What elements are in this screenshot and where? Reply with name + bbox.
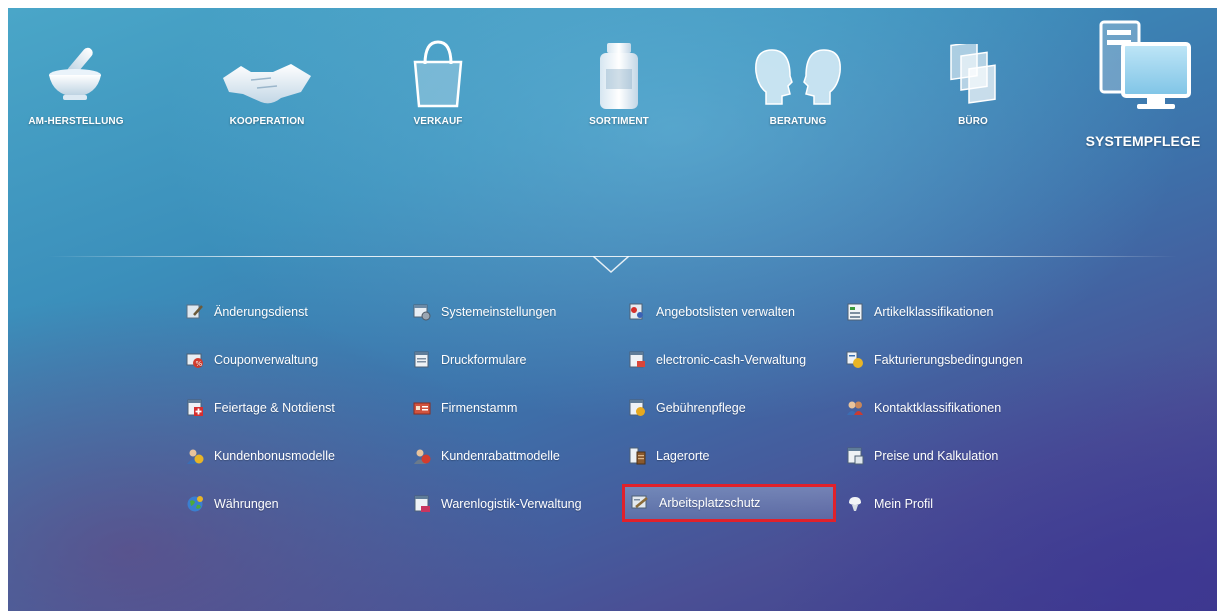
menu-item-label: Systemeinstellungen (441, 305, 557, 319)
holiday-emergency-icon (187, 399, 203, 416)
currencies-globe-icon (187, 496, 203, 512)
nav-label: SORTIMENT (589, 116, 649, 127)
fees-icon (629, 399, 645, 416)
print-forms-icon (414, 351, 429, 368)
menu-item-label: Feiertage & Notdienst (214, 401, 335, 415)
menu-item-angebotslisten[interactable]: Angebotslisten verwalten (622, 298, 795, 326)
menu-item-label: Kundenrabattmodelle (441, 449, 560, 463)
change-service-icon (186, 304, 203, 319)
main-navigation: AM-HERSTELLUNG KOOPERATION VERKAUF SORTI… (8, 8, 1217, 198)
menu-item-label: Couponverwaltung (214, 353, 319, 367)
nav-label: AM-HERSTELLUNG (28, 116, 124, 127)
menu-item-label: Arbeitsplatzschutz (659, 496, 761, 510)
shopping-bag-icon (413, 40, 463, 108)
systempflege-screen: AM-HERSTELLUNG KOOPERATION VERKAUF SORTI… (8, 8, 1217, 611)
menu-item-warenlogistik[interactable]: Warenlogistik-Verwaltung (407, 490, 582, 518)
menu-item-label: Gebührenpflege (656, 401, 746, 415)
computer-monitor-icon (1099, 20, 1191, 109)
menu-item-systemeinstellungen[interactable]: Systemeinstellungen (407, 298, 556, 326)
menu-item-artikelklassifikationen[interactable]: Artikelklassifikationen (840, 298, 994, 326)
menu-item-label: Warenlogistik-Verwaltung (441, 497, 582, 511)
nav-label: BÜRO (958, 116, 988, 127)
menu-item-label: Kontaktklassifikationen (874, 401, 1002, 415)
electronic-cash-icon (629, 351, 645, 368)
contact-classification-icon (847, 401, 863, 415)
menu-item-mein-profil[interactable]: Mein Profil (840, 490, 933, 518)
nav-label: BERATUNG (769, 116, 827, 127)
two-heads-icon (755, 49, 841, 105)
coupon-icon: % (186, 353, 203, 368)
menu-item-gebuehrenpflege[interactable]: Gebührenpflege (622, 394, 746, 422)
menu-item-aenderungsdienst[interactable]: Änderungsdienst (180, 298, 308, 326)
menu-item-kontaktklassifikationen[interactable]: Kontaktklassifikationen (840, 394, 1001, 422)
billing-terms-icon (846, 351, 863, 368)
customer-discount-icon (414, 449, 431, 464)
my-profile-icon (849, 497, 861, 511)
menu-item-kundenrabattmodelle[interactable]: Kundenrabattmodelle (407, 442, 560, 470)
prices-calculation-icon (847, 447, 864, 465)
chevron-down-icon (593, 256, 629, 274)
menu-item-lagerorte[interactable]: Lagerorte (622, 442, 710, 470)
menu-item-label: Mein Profil (874, 497, 934, 511)
menu-item-label: electronic-cash-Verwaltung (656, 353, 807, 367)
nav-label: SYSTEMPFLEGE (1085, 133, 1201, 149)
menu-item-label: Firmenstamm (441, 401, 518, 415)
system-settings-icon (413, 304, 431, 321)
menu-item-label: Änderungsdienst (214, 305, 308, 319)
menu-item-label: Währungen (214, 497, 279, 511)
menu-item-couponverwaltung[interactable]: % Couponverwaltung (180, 346, 318, 374)
menu-item-label: Preise und Kalkulation (874, 449, 999, 463)
menu-item-label: Druckformulare (441, 353, 527, 367)
menu-item-firmenstamm[interactable]: Firmenstamm (407, 394, 517, 422)
menu-item-fakturierungsbedingungen[interactable]: Fakturierungsbedingungen (840, 346, 1023, 374)
menu-item-druckformulare[interactable]: Druckformulare (407, 346, 526, 374)
goods-logistics-icon (414, 495, 430, 512)
customer-bonus-icon (187, 449, 204, 464)
company-master-icon (413, 402, 431, 415)
offer-lists-icon (629, 303, 643, 320)
handshake-icon (223, 64, 311, 104)
menu-item-arbeitsplatzschutz[interactable]: Arbeitsplatzschutz (622, 484, 836, 522)
article-classification-icon (847, 303, 863, 321)
menu-item-preise-kalkulation[interactable]: Preise und Kalkulation (840, 442, 998, 470)
menu-item-label: Fakturierungsbedingungen (874, 353, 1023, 367)
menu-item-kundenbonusmodelle[interactable]: Kundenbonusmodelle (180, 442, 335, 470)
menu-item-electronic-cash[interactable]: electronic-cash-Verwaltung (622, 346, 806, 374)
svg-text:%: % (196, 360, 203, 368)
nav-label: KOOPERATION (229, 116, 305, 127)
workstation-protection-icon (631, 495, 648, 509)
medicine-jar-icon (600, 43, 638, 109)
storage-locations-icon (629, 447, 646, 465)
menu-item-label: Artikelklassifikationen (874, 305, 994, 319)
documents-icon (950, 44, 996, 104)
nav-label: VERKAUF (413, 116, 463, 127)
menu-item-label: Angebotslisten verwalten (656, 305, 795, 319)
menu-item-waehrungen[interactable]: Währungen (180, 490, 279, 518)
menu-item-label: Lagerorte (656, 449, 710, 463)
mortar-pestle-icon (49, 47, 101, 100)
menu-item-label: Kundenbonusmodelle (214, 449, 335, 463)
menu-item-feiertage-notdienst[interactable]: Feiertage & Notdienst (180, 394, 335, 422)
